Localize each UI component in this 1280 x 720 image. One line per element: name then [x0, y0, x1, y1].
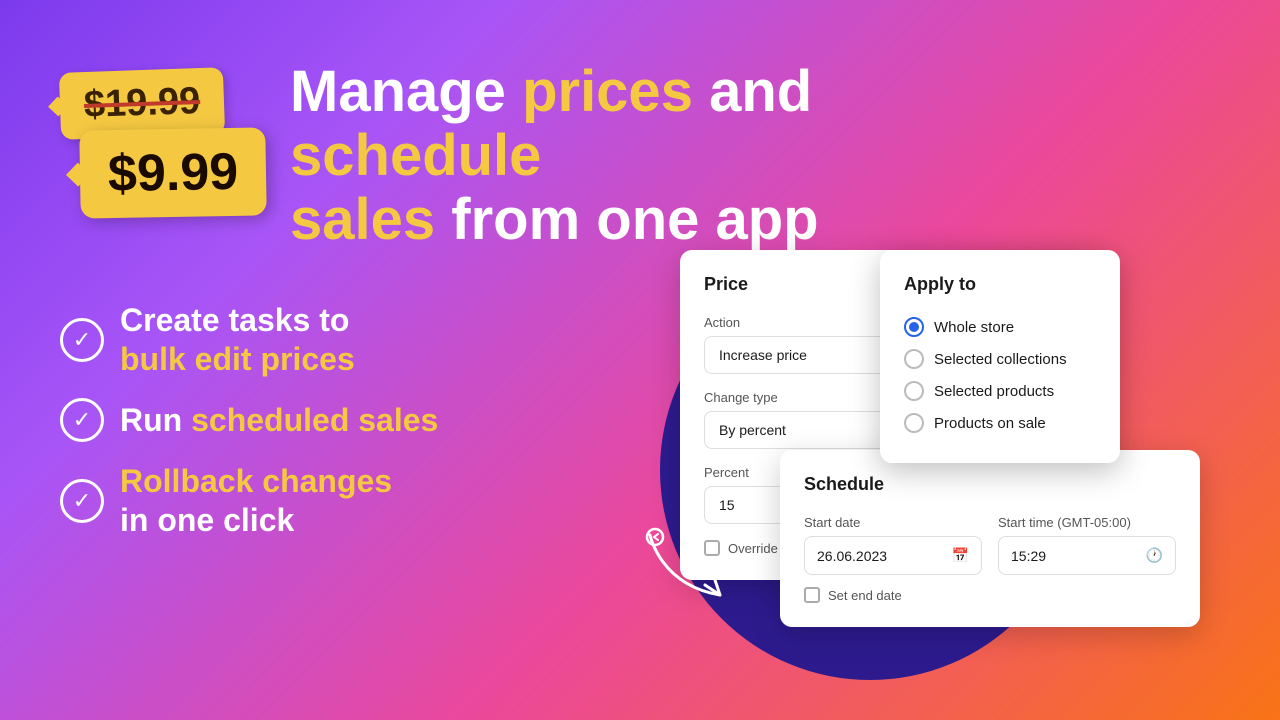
price-tags-wrapper: $19.99 $9.99: [60, 70, 260, 247]
title-highlight-sales: sales: [290, 187, 435, 252]
check-icon-3: ✓: [60, 479, 104, 523]
main-background: $19.99 $9.99 Manage prices and schedule …: [0, 0, 1280, 720]
radio-label-products: Selected products: [934, 383, 1054, 400]
check-icon-2: ✓: [60, 398, 104, 442]
start-date-field: Start date 26.06.2023 📅: [804, 515, 982, 575]
header-section: $19.99 $9.99 Manage prices and schedule …: [60, 60, 1220, 251]
radio-circle-on-sale: [904, 413, 924, 433]
feature-text-3: Rollback changesin one click: [120, 462, 392, 539]
start-date-input[interactable]: 26.06.2023 📅: [804, 536, 982, 575]
check-icon-1: ✓: [60, 318, 104, 362]
arrow-decoration: [640, 525, 760, 610]
apply-to-title: Apply to: [904, 274, 1096, 295]
start-date-label: Start date: [804, 515, 982, 530]
feature-text-1: Create tasks tobulk edit prices: [120, 301, 355, 378]
main-title: Manage prices and schedule sales from on…: [290, 60, 890, 251]
set-end-date-label: Set end date: [828, 588, 902, 603]
title-highlight-schedule: schedule: [290, 123, 541, 188]
radio-label-collections: Selected collections: [934, 351, 1067, 368]
radio-circle-products: [904, 381, 924, 401]
radio-label-on-sale: Products on sale: [934, 415, 1046, 432]
title-highlight-prices: prices: [522, 59, 693, 124]
new-price-tag: $9.99: [79, 127, 267, 218]
schedule-card: Schedule Start date 26.06.2023 📅 Start t…: [780, 450, 1200, 627]
radio-label-whole-store: Whole store: [934, 319, 1014, 336]
apply-to-card: Apply to Whole store Selected collection…: [880, 250, 1120, 463]
schedule-card-title: Schedule: [804, 474, 1176, 495]
start-time-field: Start time (GMT-05:00) 15:29 🕐: [998, 515, 1176, 575]
start-time-label: Start time (GMT-05:00): [998, 515, 1176, 530]
radio-selected-collections[interactable]: Selected collections: [904, 343, 1096, 375]
clock-icon: 🕐: [1146, 547, 1163, 564]
set-end-date-row: Set end date: [804, 587, 1176, 603]
radio-products-on-sale[interactable]: Products on sale: [904, 407, 1096, 439]
radio-circle-collections: [904, 349, 924, 369]
radio-selected-products[interactable]: Selected products: [904, 375, 1096, 407]
schedule-row: Start date 26.06.2023 📅 Start time (GMT-…: [804, 515, 1176, 575]
radio-whole-store[interactable]: Whole store: [904, 311, 1096, 343]
set-end-date-checkbox[interactable]: [804, 587, 820, 603]
calendar-icon: 📅: [952, 547, 969, 564]
price-tags: $19.99 $9.99: [60, 70, 260, 217]
feature-text-2: Run scheduled sales: [120, 401, 438, 439]
radio-circle-whole-store: [904, 317, 924, 337]
right-content: Price Action Increase price Change type …: [680, 250, 1230, 580]
start-time-input[interactable]: 15:29 🕐: [998, 536, 1176, 575]
